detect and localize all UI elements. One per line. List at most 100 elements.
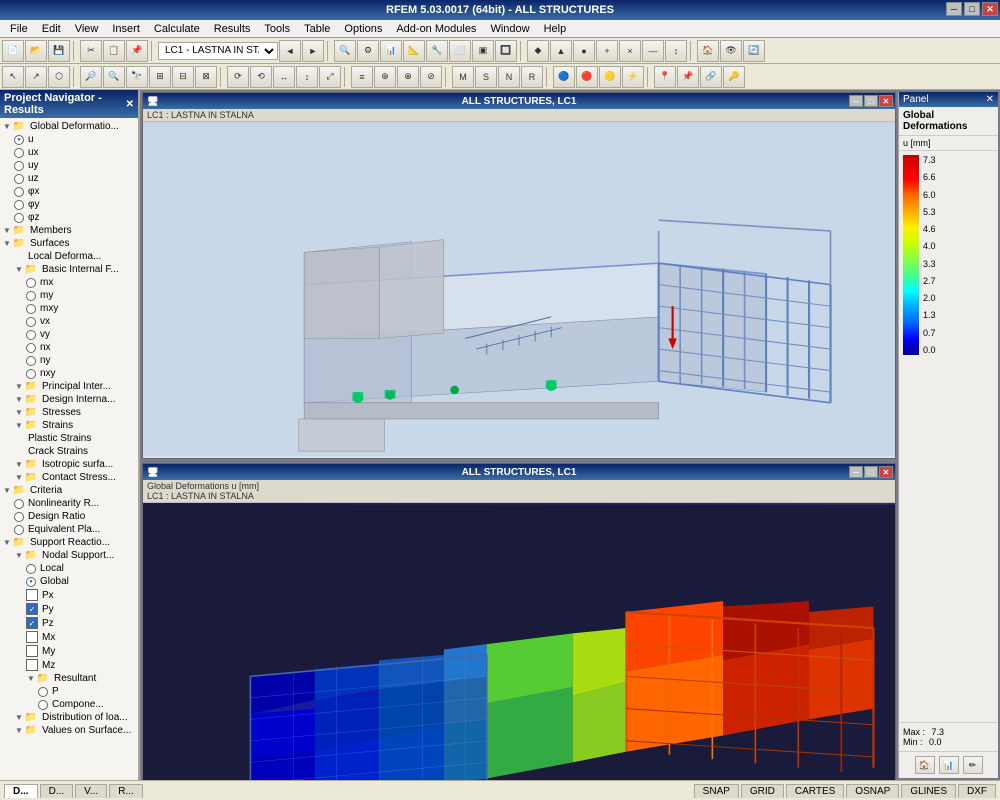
tree-item-26[interactable]: ▼📁Isotropic surfa... bbox=[2, 458, 136, 471]
tree-item-8[interactable]: ▼📁Members bbox=[2, 224, 136, 237]
tree-item-29[interactable]: Nonlinearity R... bbox=[2, 497, 136, 510]
top-view-close[interactable]: ✕ bbox=[879, 95, 893, 107]
t2-btn-7[interactable]: ⊞ bbox=[149, 66, 171, 88]
status-tab-3[interactable]: R... bbox=[109, 784, 143, 798]
nav-next-button[interactable]: ► bbox=[302, 40, 324, 62]
toolbar-btn-1[interactable]: 🔍 bbox=[334, 40, 356, 62]
tree-item-10[interactable]: Local Deforma... bbox=[2, 250, 136, 263]
tree-item-20[interactable]: ▼📁Principal Inter... bbox=[2, 380, 136, 393]
tree-item-25[interactable]: Crack Strains bbox=[2, 445, 136, 458]
t2-btn-6[interactable]: 🔭 bbox=[126, 66, 148, 88]
toolbar-btn-8[interactable]: 🔲 bbox=[495, 40, 517, 62]
tree-item-7[interactable]: φz bbox=[2, 211, 136, 224]
t2-btn-26[interactable]: ⚡ bbox=[622, 66, 644, 88]
tree-item-2[interactable]: ux bbox=[2, 146, 136, 159]
t2-btn-1[interactable]: ↖ bbox=[2, 66, 24, 88]
tree-item-6[interactable]: φy bbox=[2, 198, 136, 211]
save-button[interactable]: 💾 bbox=[48, 40, 70, 62]
nav-prev-button[interactable]: ◄ bbox=[279, 40, 301, 62]
tree-item-13[interactable]: my bbox=[2, 289, 136, 302]
minimize-button[interactable]: ─ bbox=[946, 2, 962, 16]
legend-close-button[interactable]: ✕ bbox=[986, 94, 994, 105]
t2-btn-25[interactable]: 🟡 bbox=[599, 66, 621, 88]
menu-item-window[interactable]: Window bbox=[484, 22, 535, 36]
toolbar-btn-16[interactable]: 🏠 bbox=[697, 40, 719, 62]
toolbar-btn-11[interactable]: ● bbox=[573, 40, 595, 62]
menu-item-table[interactable]: Table bbox=[298, 22, 336, 36]
t2-btn-18[interactable]: ⊘ bbox=[420, 66, 442, 88]
t2-btn-22[interactable]: R bbox=[521, 66, 543, 88]
tree-item-39[interactable]: Mx bbox=[2, 630, 136, 644]
open-button[interactable]: 📂 bbox=[25, 40, 47, 62]
t2-btn-23[interactable]: 🔵 bbox=[553, 66, 575, 88]
toolbar-btn-5[interactable]: 🔧 bbox=[426, 40, 448, 62]
maximize-button[interactable]: □ bbox=[964, 2, 980, 16]
legend-btn-1[interactable]: 🏠 bbox=[915, 756, 935, 774]
tree-item-4[interactable]: uz bbox=[2, 172, 136, 185]
tree-item-28[interactable]: ▼📁Criteria bbox=[2, 484, 136, 497]
menu-item-file[interactable]: File bbox=[4, 22, 34, 36]
toolbar-btn-18[interactable]: 🔄 bbox=[743, 40, 765, 62]
t2-btn-20[interactable]: S bbox=[475, 66, 497, 88]
t2-btn-29[interactable]: 🔗 bbox=[700, 66, 722, 88]
tree-item-21[interactable]: ▼📁Design Interna... bbox=[2, 393, 136, 406]
toolbar-btn-12[interactable]: + bbox=[596, 40, 618, 62]
nav-panel-close[interactable]: ✕ bbox=[126, 99, 134, 110]
t2-btn-10[interactable]: ⟳ bbox=[227, 66, 249, 88]
menu-item-edit[interactable]: Edit bbox=[36, 22, 67, 36]
tree-item-43[interactable]: P bbox=[2, 685, 136, 698]
tree-item-41[interactable]: Mz bbox=[2, 658, 136, 672]
new-button[interactable]: 📄 bbox=[2, 40, 24, 62]
tree-item-30[interactable]: Design Ratio bbox=[2, 510, 136, 523]
toolbar-btn-10[interactable]: ▲ bbox=[550, 40, 572, 62]
close-button[interactable]: ✕ bbox=[982, 2, 998, 16]
top-view-min[interactable]: ─ bbox=[849, 95, 863, 107]
tree-item-22[interactable]: ▼📁Stresses bbox=[2, 406, 136, 419]
status-tab-0[interactable]: D... bbox=[4, 784, 38, 798]
tree-item-40[interactable]: My bbox=[2, 644, 136, 658]
tree-item-32[interactable]: ▼📁Support Reactio... bbox=[2, 536, 136, 549]
t2-btn-5[interactable]: 🔍 bbox=[103, 66, 125, 88]
t2-btn-13[interactable]: ↕ bbox=[296, 66, 318, 88]
t2-btn-15[interactable]: ≡ bbox=[351, 66, 373, 88]
tree-item-24[interactable]: Plastic Strains bbox=[2, 432, 136, 445]
t2-btn-21[interactable]: N bbox=[498, 66, 520, 88]
status-tab-2[interactable]: V... bbox=[75, 784, 107, 798]
bottom-view-close[interactable]: ✕ bbox=[879, 466, 893, 478]
t2-btn-8[interactable]: ⊟ bbox=[172, 66, 194, 88]
bottom-view-max[interactable]: □ bbox=[864, 466, 878, 478]
tree-item-18[interactable]: ny bbox=[2, 354, 136, 367]
snap-toggle[interactable]: SNAP bbox=[694, 784, 739, 798]
load-case-combo[interactable]: LC1 - LASTNA IN STALNA bbox=[158, 42, 278, 60]
copy-button[interactable]: 📋 bbox=[103, 40, 125, 62]
t2-btn-12[interactable]: ↔ bbox=[273, 66, 295, 88]
tree-item-5[interactable]: φx bbox=[2, 185, 136, 198]
tree-item-15[interactable]: vx bbox=[2, 315, 136, 328]
tree-item-44[interactable]: Compone... bbox=[2, 698, 136, 711]
t2-btn-19[interactable]: M bbox=[452, 66, 474, 88]
tree-item-36[interactable]: Px bbox=[2, 588, 136, 602]
toolbar-btn-2[interactable]: ⚙ bbox=[357, 40, 379, 62]
menu-item-results[interactable]: Results bbox=[208, 22, 257, 36]
t2-btn-14[interactable]: ⤢ bbox=[319, 66, 341, 88]
tree-item-1[interactable]: u bbox=[2, 133, 136, 146]
t2-btn-24[interactable]: 🔴 bbox=[576, 66, 598, 88]
dxf-toggle[interactable]: DXF bbox=[958, 784, 996, 798]
tree-item-14[interactable]: mxy bbox=[2, 302, 136, 315]
t2-btn-9[interactable]: ⊠ bbox=[195, 66, 217, 88]
tree-item-23[interactable]: ▼📁Strains bbox=[2, 419, 136, 432]
t2-btn-11[interactable]: ⟲ bbox=[250, 66, 272, 88]
toolbar-btn-17[interactable]: 👁 bbox=[720, 40, 742, 62]
menu-item-view[interactable]: View bbox=[69, 22, 105, 36]
t2-btn-3[interactable]: ⬡ bbox=[48, 66, 70, 88]
t2-btn-27[interactable]: 📍 bbox=[654, 66, 676, 88]
status-tab-1[interactable]: D... bbox=[40, 784, 74, 798]
menu-item-help[interactable]: Help bbox=[538, 22, 573, 36]
toolbar-btn-15[interactable]: ↕ bbox=[665, 40, 687, 62]
tree-item-27[interactable]: ▼📁Contact Stress... bbox=[2, 471, 136, 484]
menu-item-tools[interactable]: Tools bbox=[258, 22, 296, 36]
osnap-toggle[interactable]: OSNAP bbox=[846, 784, 899, 798]
paste-button[interactable]: 📌 bbox=[126, 40, 148, 62]
tree-item-31[interactable]: Equivalent Pla... bbox=[2, 523, 136, 536]
top-view-max[interactable]: □ bbox=[864, 95, 878, 107]
